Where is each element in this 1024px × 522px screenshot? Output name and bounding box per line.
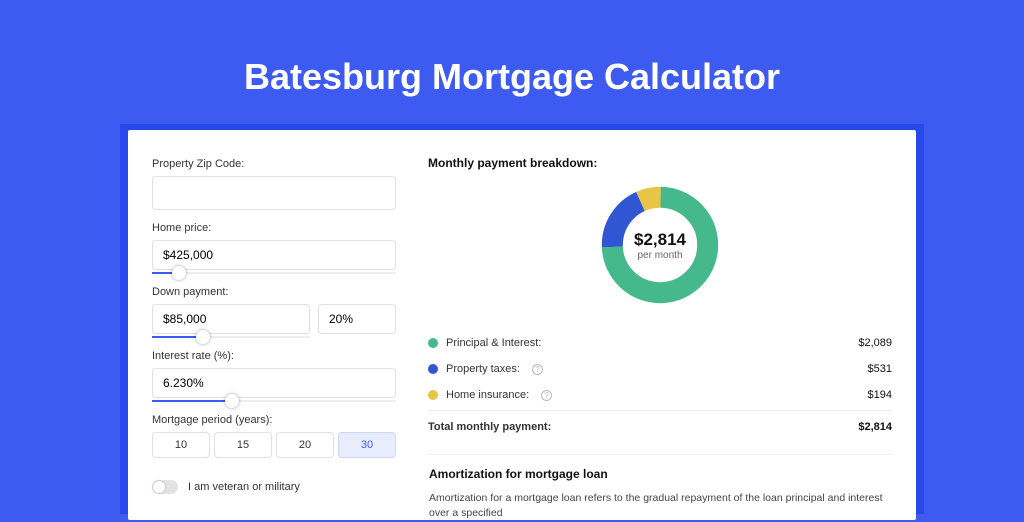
- legend-label-total: Total monthly payment:: [428, 421, 551, 433]
- donut-sub: per month: [637, 250, 682, 261]
- breakdown-column: Monthly payment breakdown: $2,814 per mo…: [428, 150, 892, 496]
- down-payment-slider[interactable]: [152, 336, 310, 338]
- mortgage-period-label: Mortgage period (years):: [152, 414, 396, 426]
- veteran-label: I am veteran or military: [188, 481, 300, 493]
- down-payment-row: [152, 304, 396, 334]
- amortization-text: Amortization for a mortgage loan refers …: [429, 491, 891, 521]
- legend-label-principal: Principal & Interest:: [446, 337, 541, 349]
- legend-label-taxes: Property taxes:: [446, 363, 520, 375]
- legend-value-insurance: $194: [868, 389, 892, 401]
- period-option-10[interactable]: 10: [152, 432, 210, 458]
- interest-rate-slider[interactable]: [152, 400, 396, 402]
- card-shadow: Property Zip Code: Home price: Down paym…: [120, 124, 924, 514]
- legend-value-taxes: $531: [868, 363, 892, 375]
- veteran-toggle[interactable]: [152, 480, 178, 494]
- swatch-green-icon: [428, 338, 438, 348]
- legend-value-total: $2,814: [858, 421, 892, 433]
- swatch-blue-icon: [428, 364, 438, 374]
- period-option-20[interactable]: 20: [276, 432, 334, 458]
- info-icon[interactable]: ?: [532, 364, 543, 375]
- period-option-30[interactable]: 30: [338, 432, 396, 458]
- legend-row-principal: Principal & Interest: $2,089: [428, 330, 892, 356]
- interest-rate-label: Interest rate (%):: [152, 350, 396, 362]
- donut-amount: $2,814: [634, 230, 686, 250]
- calculator-card: Property Zip Code: Home price: Down paym…: [128, 130, 916, 520]
- legend-label-insurance: Home insurance:: [446, 389, 529, 401]
- page-root: Batesburg Mortgage Calculator Property Z…: [0, 0, 1024, 512]
- donut-center: $2,814 per month: [597, 182, 723, 308]
- zip-input[interactable]: [152, 176, 396, 210]
- zip-label: Property Zip Code:: [152, 158, 396, 170]
- inputs-column: Property Zip Code: Home price: Down paym…: [152, 150, 396, 496]
- legend-row-total: Total monthly payment: $2,814: [428, 410, 892, 440]
- donut-chart: $2,814 per month: [597, 182, 723, 308]
- breakdown-title: Monthly payment breakdown:: [428, 156, 892, 170]
- home-price-input[interactable]: [152, 240, 396, 270]
- down-payment-pct-input[interactable]: [318, 304, 396, 334]
- mortgage-period-group: 10 15 20 30: [152, 432, 396, 458]
- legend-row-insurance: Home insurance: ? $194: [428, 382, 892, 408]
- info-icon[interactable]: ?: [541, 390, 552, 401]
- veteran-row: I am veteran or military: [152, 480, 396, 494]
- donut-chart-wrap: $2,814 per month: [428, 182, 892, 308]
- legend-value-principal: $2,089: [858, 337, 892, 349]
- down-payment-amount-input[interactable]: [152, 304, 310, 334]
- legend-row-taxes: Property taxes: ? $531: [428, 356, 892, 382]
- amortization-title: Amortization for mortgage loan: [429, 467, 891, 481]
- interest-rate-input[interactable]: [152, 368, 396, 398]
- page-title: Batesburg Mortgage Calculator: [0, 0, 1024, 98]
- swatch-yellow-icon: [428, 390, 438, 400]
- home-price-slider[interactable]: [152, 272, 396, 274]
- period-option-15[interactable]: 15: [214, 432, 272, 458]
- down-payment-label: Down payment:: [152, 286, 396, 298]
- home-price-label: Home price:: [152, 222, 396, 234]
